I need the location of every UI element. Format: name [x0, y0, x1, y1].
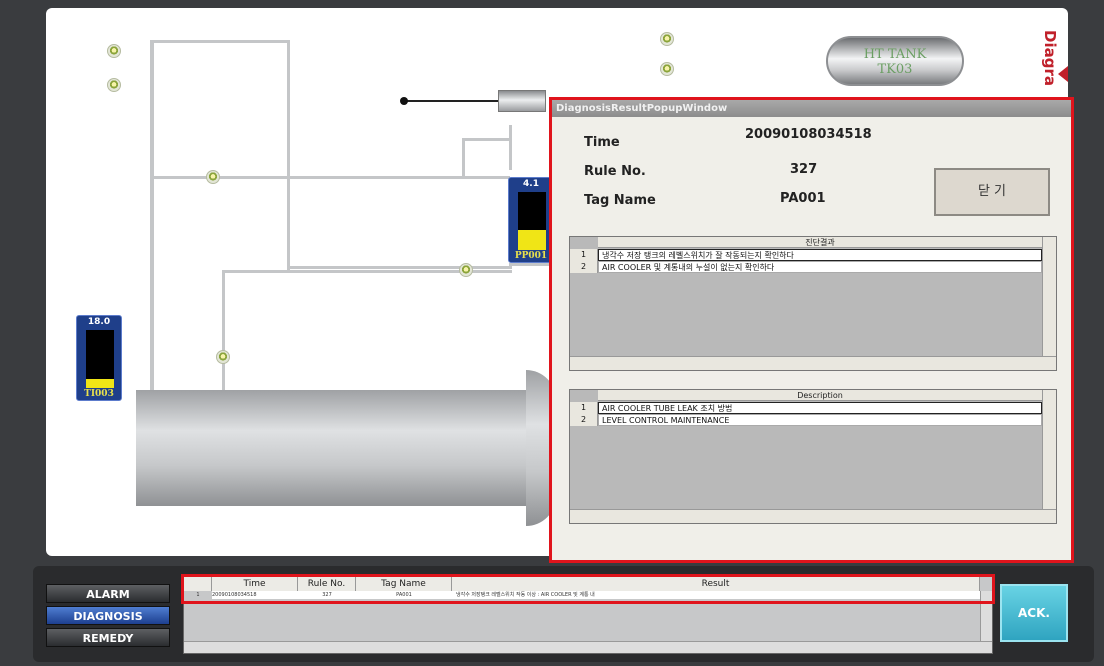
- row-index: 2: [570, 414, 598, 426]
- valve-icon[interactable]: [206, 170, 220, 184]
- tag-value: PA001: [780, 191, 826, 206]
- rule-label: Rule No.: [584, 164, 646, 179]
- grid-header: Description: [598, 390, 1042, 401]
- valve-icon[interactable]: [660, 62, 674, 76]
- pipe: [150, 40, 290, 43]
- horizontal-scrollbar[interactable]: [570, 509, 1056, 523]
- table-row[interactable]: 2 AIR COOLER 및 계통내의 누설이 없는지 확인하다: [570, 261, 1042, 273]
- ht-tank-id: TK03: [877, 62, 913, 77]
- valve-icon[interactable]: [459, 263, 473, 277]
- level-gauge-ti003[interactable]: 18.0 TI003: [76, 315, 122, 401]
- pipe: [222, 270, 225, 390]
- tab-diagnosis[interactable]: DIAGNOSIS: [46, 606, 170, 625]
- diagram-side-tab[interactable]: Diagra: [1037, 30, 1059, 100]
- diagnosis-result-popup: DiagnosisResultPopupWindow Time 20090108…: [549, 97, 1074, 563]
- ack-button[interactable]: ACK.: [1000, 584, 1068, 642]
- gauge-tag: PP001: [514, 251, 548, 261]
- time-label: Time: [584, 135, 620, 150]
- close-button[interactable]: 닫 기: [934, 168, 1050, 216]
- table-row[interactable]: 1 냉각수 저장 탱크의 레벨스위치가 잘 작동되는지 확인하다: [570, 249, 1042, 261]
- row-text: LEVEL CONTROL MAINTENANCE: [598, 414, 1042, 426]
- valve-body: [498, 90, 546, 112]
- tab-alarm[interactable]: ALARM: [46, 584, 170, 603]
- row-index: 1: [570, 249, 598, 261]
- pipe: [150, 40, 154, 418]
- highlight-frame: [181, 574, 995, 604]
- gauge-tag: TI003: [84, 389, 114, 399]
- valve-icon[interactable]: [107, 44, 121, 58]
- tab-remedy[interactable]: REMEDY: [46, 628, 170, 647]
- pipe: [150, 176, 510, 179]
- gauge-fill: [518, 229, 546, 250]
- row-text: AIR COOLER 및 계통내의 누설이 없는지 확인하다: [598, 261, 1042, 273]
- gauge-fill: [86, 378, 114, 388]
- grid-header: 진단결과: [598, 237, 1042, 248]
- side-tab-arrow-icon[interactable]: [1058, 66, 1068, 82]
- main-tank: [136, 390, 528, 506]
- row-index: 2: [570, 261, 598, 273]
- diagnosis-grid[interactable]: 진단결과 1 냉각수 저장 탱크의 레벨스위치가 잘 작동되는지 확인하다 2 …: [569, 236, 1057, 371]
- row-index: 1: [570, 402, 598, 414]
- row-text: AIR COOLER TUBE LEAK 조치 방법: [598, 402, 1042, 414]
- valve-icon[interactable]: [660, 32, 674, 46]
- horizontal-scrollbar[interactable]: [184, 641, 992, 653]
- pipe: [509, 263, 549, 266]
- pipe: [462, 138, 465, 178]
- hmi-screen: HT TANK TK03 18.0 TI003 4.1 PP001 Diagra…: [0, 0, 1104, 666]
- pipe: [462, 138, 512, 141]
- popup-title: DiagnosisResultPopupWindow: [552, 100, 1071, 117]
- time-value: 20090108034518: [745, 127, 872, 142]
- pipe: [287, 266, 512, 269]
- table-row[interactable]: 1 AIR COOLER TUBE LEAK 조치 방법: [570, 402, 1042, 414]
- valve-icon[interactable]: [107, 78, 121, 92]
- gauge-value: 4.1: [523, 179, 539, 189]
- description-grid[interactable]: Description 1 AIR COOLER TUBE LEAK 조치 방법…: [569, 389, 1057, 524]
- signal-node: [400, 97, 408, 105]
- vertical-scrollbar[interactable]: [1042, 237, 1056, 356]
- gauge-screen: [518, 192, 546, 250]
- row-text: 냉각수 저장 탱크의 레벨스위치가 잘 작동되는지 확인하다: [598, 249, 1042, 261]
- level-gauge-pp001[interactable]: 4.1 PP001: [508, 177, 554, 263]
- pipe: [509, 125, 512, 170]
- gauge-value: 18.0: [87, 317, 111, 327]
- table-row[interactable]: 2 LEVEL CONTROL MAINTENANCE: [570, 414, 1042, 426]
- valve-icon[interactable]: [216, 350, 230, 364]
- gauge-screen: [86, 330, 114, 388]
- pipe: [287, 40, 290, 270]
- tag-label: Tag Name: [584, 193, 656, 208]
- vertical-scrollbar[interactable]: [1042, 390, 1056, 509]
- rule-value: 327: [790, 162, 818, 177]
- horizontal-scrollbar[interactable]: [570, 356, 1056, 370]
- ht-tank[interactable]: HT TANK TK03: [826, 36, 964, 86]
- ht-tank-label: HT TANK: [863, 47, 927, 62]
- signal-line: [402, 100, 502, 102]
